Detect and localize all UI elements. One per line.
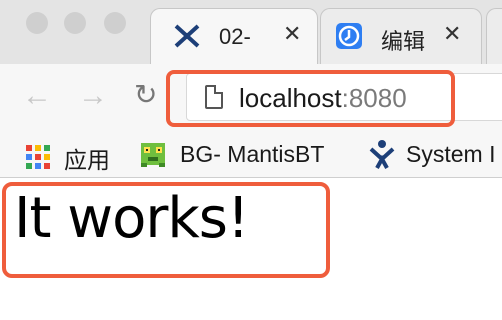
bookmark-system[interactable]: System I (366, 139, 502, 169)
bookmark-mantis[interactable]: BG- MantisBT (136, 139, 356, 169)
tab-title: 02- (219, 24, 251, 49)
bookmark-label: BG- MantisBT (180, 141, 325, 167)
tab-strip: 02- ✕ 编辑 ✕ (0, 0, 502, 64)
bookmark-label: 应用 (64, 147, 110, 173)
reload-button[interactable]: ↻ (134, 78, 157, 111)
apps-grid-icon (26, 145, 50, 169)
tab-close-icon[interactable]: ✕ (443, 21, 461, 47)
editor-favicon-icon (336, 23, 362, 49)
address-highlight-box (166, 70, 455, 127)
back-button[interactable]: ← (22, 79, 52, 113)
jira-logo-icon (369, 140, 395, 169)
tab-editor[interactable]: 编辑 ✕ (320, 8, 482, 64)
bookmarks-bar: 应用 BG- MantisBT System I (0, 130, 502, 178)
tab-title: 编辑 (381, 29, 426, 54)
window-zoom-dot[interactable] (104, 12, 126, 34)
window-close-dot[interactable] (26, 12, 48, 34)
jira-logo-icon (174, 24, 200, 48)
forward-button[interactable]: → (78, 79, 108, 113)
window-minimize-dot[interactable] (64, 12, 86, 34)
tab-overflow[interactable] (486, 8, 502, 64)
content-highlight-box (2, 182, 330, 278)
tab-jira[interactable]: 02- ✕ (150, 8, 318, 64)
tab-close-icon[interactable]: ✕ (283, 21, 301, 47)
bookmark-label: System I (406, 141, 496, 167)
bookmark-apps[interactable]: 应用 (0, 139, 120, 173)
mantis-icon (141, 143, 165, 167)
